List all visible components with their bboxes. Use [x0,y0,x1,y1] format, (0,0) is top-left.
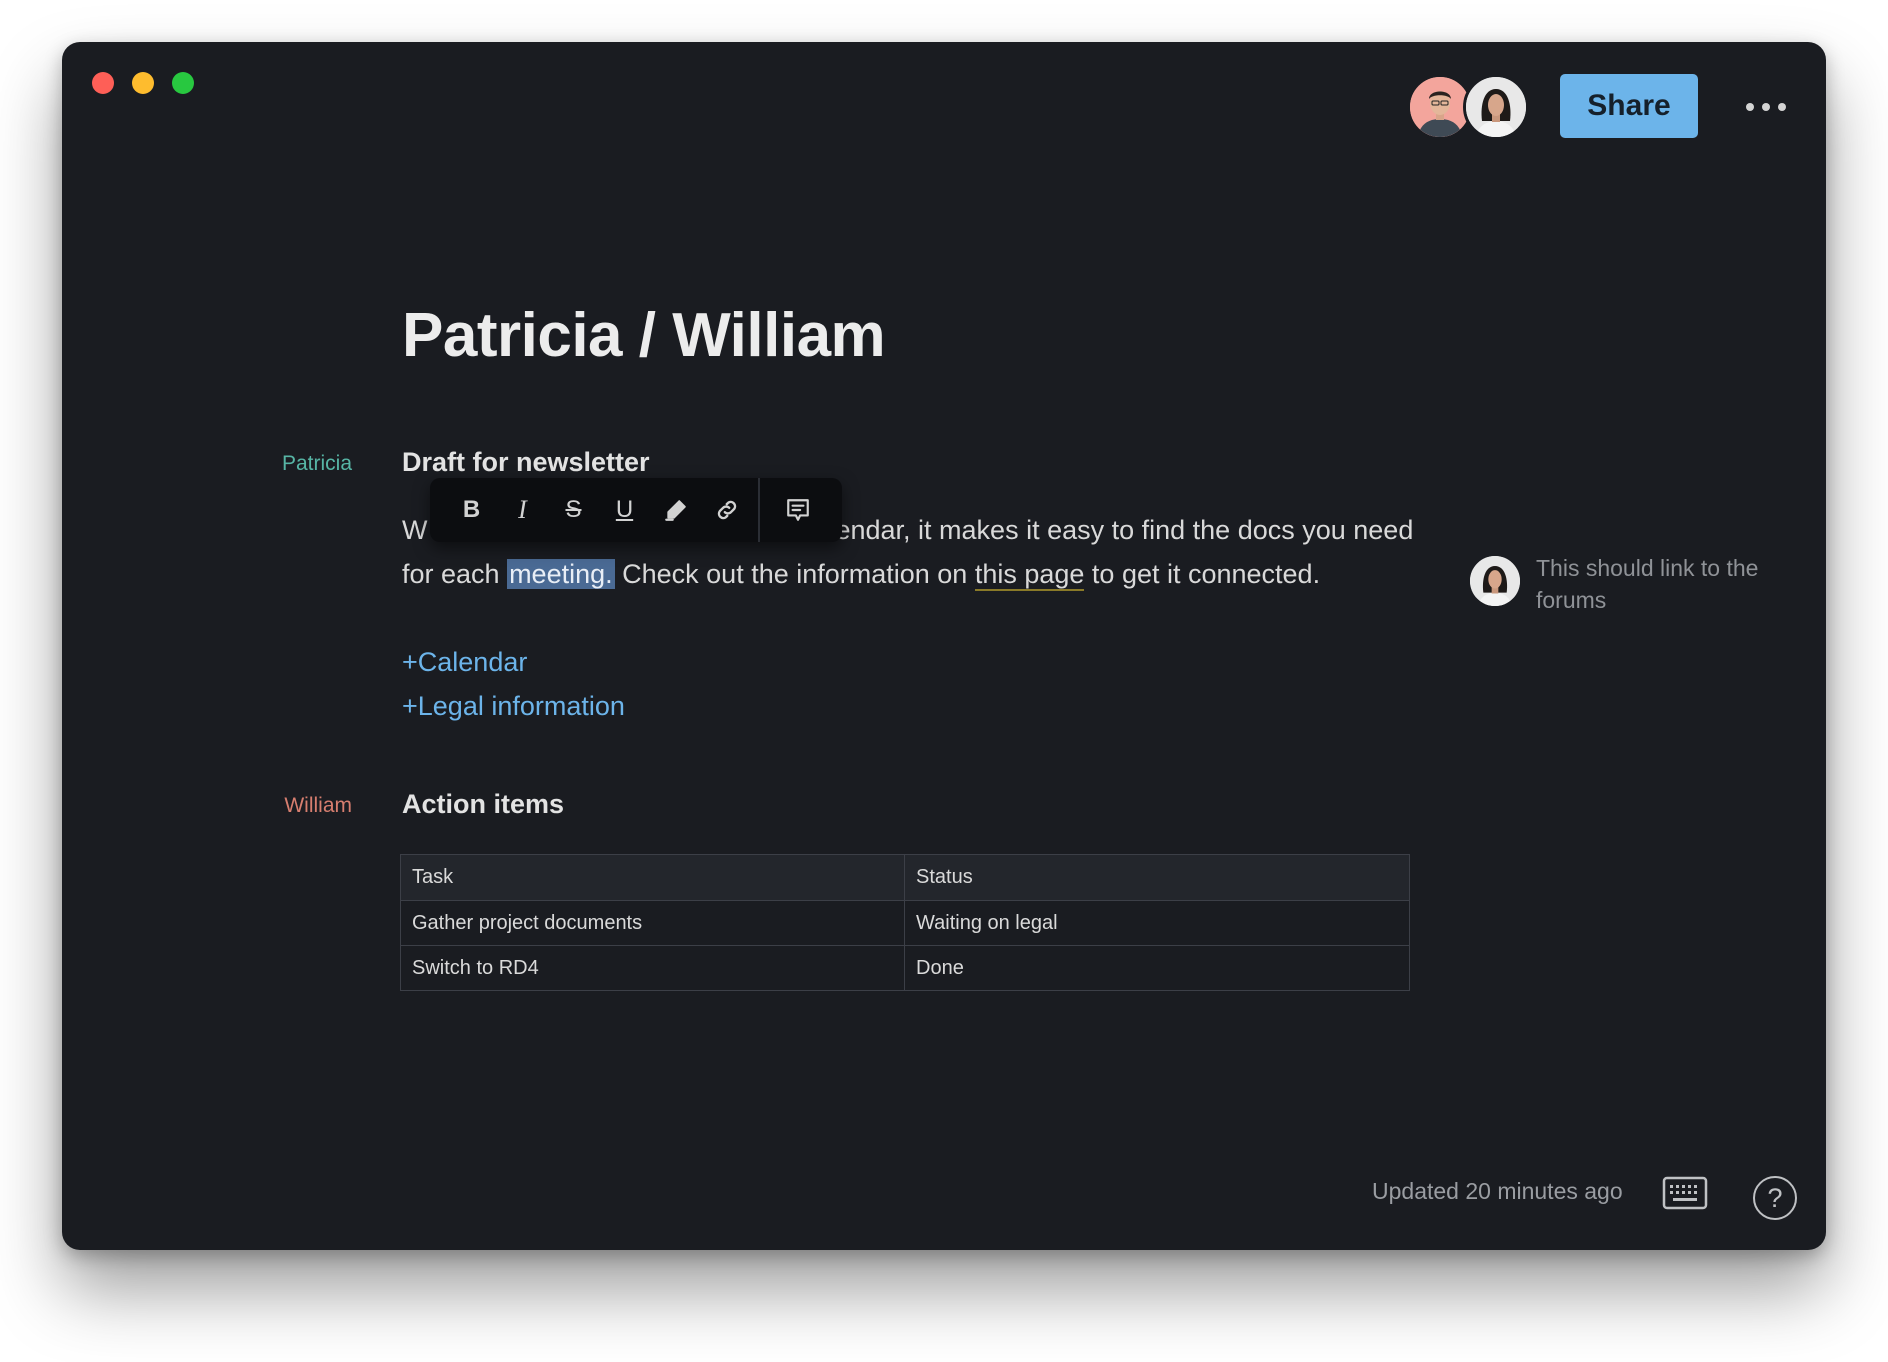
section-heading-draft[interactable]: Draft for newsletter [402,447,650,478]
table-row: Switch to RD4 Done [401,945,1409,990]
dot [1778,103,1786,111]
help-icon[interactable]: ? [1753,1176,1797,1220]
underline-button[interactable]: U [599,485,650,535]
dot [1762,103,1770,111]
underline-icon: U [615,496,634,523]
legal-information-link[interactable]: +Legal information [402,691,625,722]
paragraph-text: Check out the information on [614,559,975,589]
last-updated-status: Updated 20 minutes ago [1372,1178,1623,1204]
table-cell[interactable]: Done [904,946,1409,990]
table-cell[interactable]: Switch to RD4 [401,946,904,990]
table-cell[interactable]: Waiting on legal [904,901,1409,945]
user-avatar-man-icon [1410,77,1470,137]
close-window-button[interactable] [92,72,114,94]
app-window: Share Patricia / William Patricia Draft … [62,42,1826,1250]
share-button[interactable]: Share [1560,74,1698,138]
dot [1746,103,1754,111]
maximize-window-button[interactable] [172,72,194,94]
keyboard-icon[interactable] [1662,1176,1708,1210]
link-icon [717,500,736,520]
link-button[interactable] [701,485,752,535]
author-label-patricia: Patricia [281,452,352,475]
highlight-button[interactable] [650,485,701,535]
paragraph-text: to get it connected. [1084,559,1321,589]
collaborator-avatars [1407,74,1531,140]
highlighter-icon [664,500,686,521]
table-row: Gather project documents Waiting on lega… [401,900,1409,945]
user-avatar-woman-icon [1466,77,1526,137]
more-options-icon[interactable] [1738,92,1794,122]
selected-text[interactable]: meeting. [507,559,615,589]
user-avatar-woman-icon [1470,556,1520,606]
table-cell[interactable]: Gather project documents [401,901,904,945]
comment-button[interactable] [772,485,823,535]
strikethrough-button[interactable]: S [548,485,599,535]
action-items-table: Task Status Gather project documents Wai… [400,854,1410,991]
format-toolbar: B I S U [430,478,842,542]
strikethrough-icon: S [565,496,582,523]
calendar-link[interactable]: +Calendar [402,647,527,678]
traffic-lights [92,72,194,94]
table-header-cell[interactable]: Task [401,855,904,900]
italic-icon: I [518,495,527,524]
minimize-window-button[interactable] [132,72,154,94]
toolbar-divider [758,478,760,542]
paragraph-text: W [402,515,428,545]
table-header-cell[interactable]: Status [904,855,1409,900]
bold-icon: B [462,496,481,523]
author-label-william: William [284,794,352,817]
comment-icon [786,499,809,521]
italic-button[interactable]: I [497,485,548,535]
comment-text: This should link to the forums [1536,555,1759,613]
bold-button[interactable]: B [446,485,497,535]
table-header-row: Task Status [401,855,1409,900]
section-heading-action-items[interactable]: Action items [402,789,564,820]
comment-avatar [1470,556,1520,606]
document-title[interactable]: Patricia / William [402,300,886,371]
avatar-collaborator-woman[interactable] [1463,74,1529,140]
commented-link-text[interactable]: this page [974,559,1085,591]
